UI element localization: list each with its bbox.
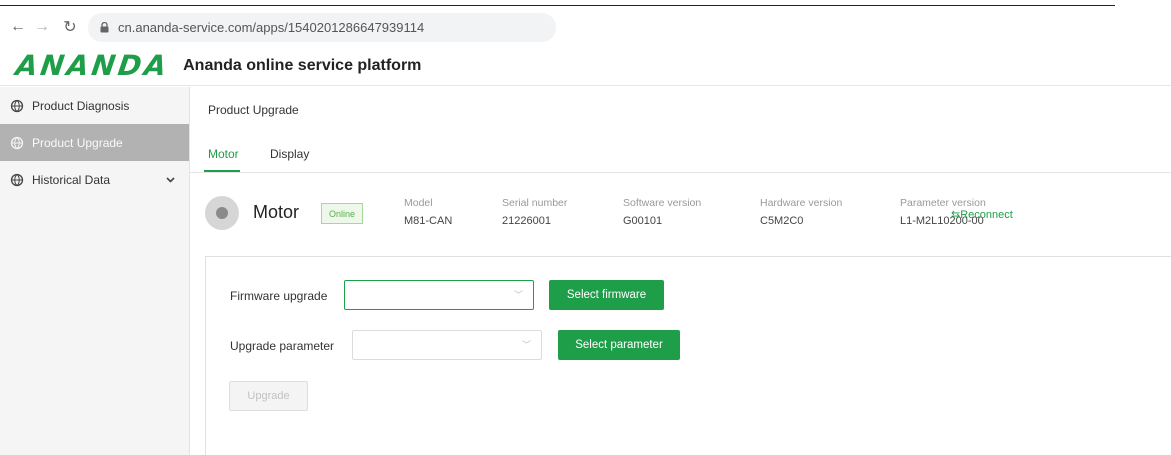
sidebar: Product Diagnosis Product Upgrade Histor…: [0, 87, 190, 455]
info-label: Software version: [623, 197, 702, 209]
window-top-border: [0, 5, 1115, 6]
sidebar-item-historical-data[interactable]: Historical Data: [0, 161, 189, 198]
tab-motor[interactable]: Motor: [208, 147, 239, 161]
ananda-logo[interactable]: ANANDA: [14, 49, 172, 82]
chevron-down-icon[interactable]: [166, 176, 175, 183]
reload-icon[interactable]: ↻: [60, 17, 80, 37]
upgrade-panel: Firmware upgrade ﹀ Select firmware Upgra…: [205, 256, 1171, 455]
firmware-select[interactable]: ﹀: [344, 280, 534, 310]
forward-arrow-icon[interactable]: →: [32, 18, 52, 36]
info-serial-number: Serial number 21226001: [502, 197, 567, 227]
select-parameter-button[interactable]: Select parameter: [558, 330, 680, 360]
info-value: M81-CAN: [404, 215, 453, 227]
select-firmware-button[interactable]: Select firmware: [549, 280, 664, 310]
sidebar-item-label: Product Diagnosis: [32, 98, 130, 113]
sidebar-item-product-diagnosis[interactable]: Product Diagnosis: [0, 87, 189, 124]
reconnect-link[interactable]: ⇆Reconnect: [951, 208, 1013, 221]
address-bar[interactable]: cn.ananda-service.com/apps/1540201286647…: [88, 12, 556, 42]
info-label: Model: [404, 197, 433, 209]
info-value: 21226001: [502, 215, 551, 227]
sidebar-item-label: Product Upgrade: [32, 135, 123, 150]
tab-display[interactable]: Display: [270, 147, 309, 161]
platform-title: Ananda online service platform: [183, 56, 422, 74]
info-label: Serial number: [502, 197, 568, 209]
globe-icon: [10, 99, 24, 112]
lock-icon: [100, 21, 109, 33]
parameter-select[interactable]: ﹀: [352, 330, 542, 360]
url-text: cn.ananda-service.com/apps/1540201286647…: [118, 19, 425, 35]
info-value: G00101: [623, 215, 663, 227]
upgrade-parameter-label: Upgrade parameter: [230, 339, 335, 353]
sidebar-item-product-upgrade[interactable]: Product Upgrade: [0, 124, 189, 161]
back-arrow-icon[interactable]: ←: [8, 18, 28, 36]
globe-icon: [10, 173, 24, 186]
active-tab-indicator: [204, 170, 240, 172]
breadcrumb: Product Upgrade: [208, 103, 299, 117]
sidebar-item-label: Historical Data: [32, 172, 111, 187]
motor-icon: [205, 196, 239, 230]
status-badge: Online: [321, 203, 363, 224]
info-software-version: Software version G00101: [623, 197, 701, 227]
firmware-upgrade-label: Firmware upgrade: [230, 289, 328, 303]
info-value: C5M2C0: [760, 215, 804, 227]
app-header: ANANDA Ananda online service platform: [0, 46, 1171, 86]
device-name: Motor: [253, 202, 300, 222]
device-tabs: Motor Display: [190, 137, 1171, 173]
chevron-down-icon: ﹀: [521, 340, 531, 350]
globe-icon: [10, 136, 24, 149]
upgrade-button[interactable]: Upgrade: [229, 381, 308, 411]
info-model: Model M81-CAN: [404, 197, 452, 227]
device-info-row: Motor Online Model M81-CAN Serial number…: [205, 191, 1165, 241]
info-label: Hardware version: [760, 197, 843, 209]
info-hardware-version: Hardware version C5M2C0: [760, 197, 842, 227]
chevron-down-icon: ﹀: [513, 290, 523, 300]
browser-toolbar: ← → ↻ cn.ananda-service.com/apps/1540201…: [0, 8, 1171, 46]
